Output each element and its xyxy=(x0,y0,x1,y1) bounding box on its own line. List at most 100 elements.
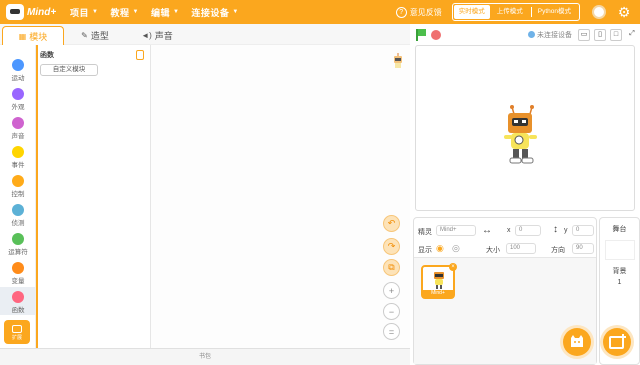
caret-down-icon: ▼ xyxy=(132,9,139,15)
category-sound[interactable]: 声音 xyxy=(0,113,36,141)
category-dot xyxy=(12,233,24,245)
extension-icon xyxy=(12,325,22,333)
tab-costumes[interactable]: ✎ 造型 xyxy=(64,26,126,45)
add-backdrop-button[interactable] xyxy=(603,328,631,356)
undo-button[interactable]: ↶ xyxy=(383,215,400,232)
zoom-out-button[interactable]: − xyxy=(383,303,400,320)
palette-section-title: 函数 xyxy=(40,52,54,59)
app-logo: Mind+ xyxy=(6,4,58,20)
delete-sprite-icon[interactable]: × xyxy=(449,263,457,271)
feedback-button[interactable]: ? 意见反馈 xyxy=(395,6,442,18)
eye-open-icon[interactable]: ◉ xyxy=(436,243,444,254)
connection-dot-icon xyxy=(528,31,535,38)
menu-edit[interactable]: 编辑 ▼ xyxy=(151,6,179,19)
category-dot xyxy=(12,204,24,216)
mascot-logo-icon xyxy=(6,4,24,20)
caret-down-icon: ▼ xyxy=(172,9,180,15)
sprite-thumbnail[interactable]: Mind+ × xyxy=(421,263,457,299)
show-label: 显示 xyxy=(418,247,432,254)
palette-accent-bar xyxy=(36,45,38,348)
stop-icon[interactable] xyxy=(431,29,441,40)
tab-sounds[interactable]: ◄) 声音 xyxy=(126,26,188,45)
fullscreen-icon[interactable]: ⤢ xyxy=(626,28,638,41)
x-label: x xyxy=(507,227,511,234)
direction-label: 方向 xyxy=(551,247,565,254)
x-input[interactable]: 0 xyxy=(515,225,541,236)
category-dot xyxy=(12,291,24,303)
backpack-bar[interactable]: 书包 xyxy=(0,348,410,365)
clean-up-button[interactable]: ⧉ xyxy=(383,259,400,276)
category-dot xyxy=(12,117,24,129)
cat-add-icon xyxy=(571,335,583,347)
blocks-icon: ▦ xyxy=(18,31,27,41)
category-events[interactable]: 事件 xyxy=(0,142,36,170)
small-stage-icon[interactable]: ▭ xyxy=(578,28,590,41)
category-dot xyxy=(12,59,24,71)
category-dot xyxy=(12,146,24,158)
category-motion[interactable]: 运动 xyxy=(0,55,36,83)
block-palette: 函数 自定义模块 xyxy=(36,45,151,348)
backdrop-label: 背景 xyxy=(612,268,627,275)
y-input[interactable]: 0 xyxy=(572,225,594,236)
extensions-button[interactable]: 扩展 xyxy=(4,320,30,344)
stage-panel-title: 舞台 xyxy=(612,226,627,233)
zoom-reset-button[interactable]: = xyxy=(383,323,400,340)
sprite-thumbnail-name: Mind+ xyxy=(423,290,453,297)
mode-python-button[interactable]: Python模式 xyxy=(533,5,576,19)
category-functions[interactable]: 函数 xyxy=(0,287,36,315)
speaker-icon: ◄) xyxy=(141,31,152,40)
sprite-name-input[interactable]: Mind+ xyxy=(436,225,476,236)
caret-down-icon: ▼ xyxy=(92,9,99,15)
category-variables[interactable]: 变量 xyxy=(0,258,36,286)
brand-name: Mind+ xyxy=(27,6,57,18)
robot-sprite[interactable] xyxy=(502,104,542,166)
menu-bar: Mind+ 项目 ▼ 教程 ▼ 编辑 ▼ 连接设备 ▼ ? 意见反馈 实时模式 上传模式… xyxy=(0,0,640,24)
category-control[interactable]: 控制 xyxy=(0,171,36,199)
backdrop-thumbnail[interactable] xyxy=(604,240,635,260)
size-input[interactable]: 100 xyxy=(506,243,536,254)
sprite-label: 精灵 xyxy=(418,229,432,236)
editor-tabs: ▦ 模块 ✎ 造型 ◄) 声音 xyxy=(0,24,410,45)
mascot-mini-icon xyxy=(136,50,144,60)
user-avatar[interactable] xyxy=(592,5,606,19)
eye-closed-icon[interactable]: ◎ xyxy=(452,243,460,254)
zoom-in-button[interactable]: + xyxy=(383,282,400,299)
image-add-icon xyxy=(609,334,626,349)
sprite-watermark-icon xyxy=(394,53,402,68)
gear-icon[interactable]: ⚙ xyxy=(616,4,632,20)
mode-realtime-button[interactable]: 实时模式 xyxy=(453,5,490,19)
connection-status[interactable]: 未连接设备 xyxy=(528,30,572,40)
mode-upload-button[interactable]: 上传模式 xyxy=(492,5,528,19)
tab-blocks[interactable]: ▦ 模块 xyxy=(2,26,64,45)
category-dot xyxy=(12,175,24,187)
question-icon: ? xyxy=(395,6,407,18)
normal-stage-icon[interactable]: ▯ xyxy=(594,28,606,41)
mode-switcher: 实时模式 上传模式 Python模式 xyxy=(451,3,580,21)
block-categories: 运动 外观 声音 事件 控制 侦测 运算符 变量 函数 xyxy=(0,45,36,348)
large-stage-icon[interactable]: □ xyxy=(610,28,622,41)
direction-input[interactable]: 90 xyxy=(572,243,594,254)
category-looks[interactable]: 外观 xyxy=(0,84,36,112)
category-operators[interactable]: 运算符 xyxy=(0,229,36,257)
menu-connect-device[interactable]: 连接设备 ▼ xyxy=(191,6,238,19)
add-sprite-button[interactable] xyxy=(563,328,591,356)
redo-button[interactable]: ↷ xyxy=(383,238,400,255)
stage-canvas[interactable] xyxy=(415,45,635,211)
sprite-info: 精灵 Mind+ ↔ x 0 ↕ y 0 显示 ◉ ◎ 大小 100 方向 90 xyxy=(414,218,596,258)
category-sensing[interactable]: 侦测 xyxy=(0,200,36,228)
caret-down-icon: ▼ xyxy=(232,9,239,15)
code-workspace[interactable]: ↶ ↷ ⧉ + − = xyxy=(151,45,410,348)
backdrop-count: 1 xyxy=(617,279,622,286)
y-arrows-icon: ↕ xyxy=(553,224,558,235)
size-label: 大小 xyxy=(486,247,500,254)
mode-divider xyxy=(530,7,532,17)
y-label: y xyxy=(564,227,568,234)
category-dot xyxy=(12,262,24,274)
category-dot xyxy=(12,88,24,100)
menu-tutorial[interactable]: 教程 ▼ xyxy=(110,6,138,19)
menu-project[interactable]: 项目 ▼ xyxy=(70,6,98,19)
make-block-button[interactable]: 自定义模块 xyxy=(40,64,98,76)
x-arrows-icon: ↔ xyxy=(482,225,492,236)
robot-thumbnail-icon xyxy=(434,272,444,289)
green-flag-icon[interactable] xyxy=(416,28,426,41)
